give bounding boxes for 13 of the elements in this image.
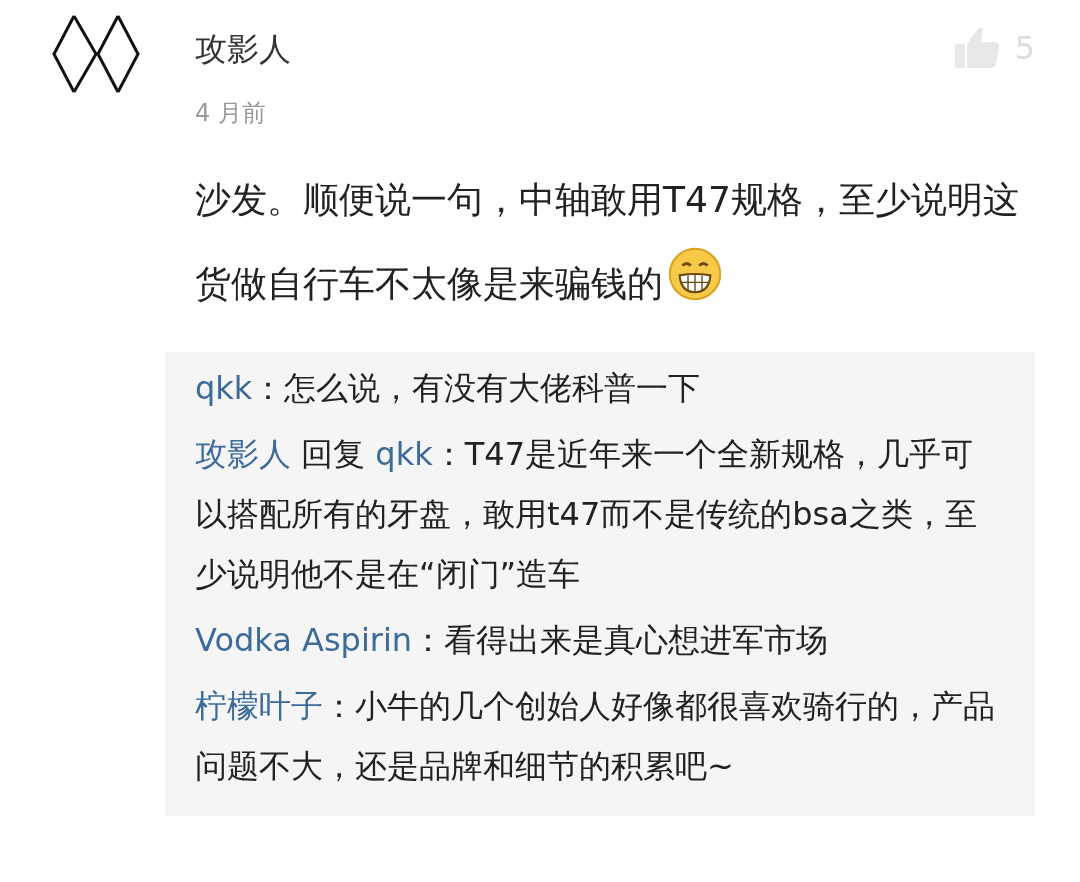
user-link[interactable]: 柠檬叶子: [195, 687, 323, 725]
user-link[interactable]: qkk: [195, 369, 253, 407]
reply-text: 柠檬叶子：小牛的几个创始人好像都很喜欢骑行的，产品问题不大，还是品牌和细节的积累吧~: [195, 686, 995, 787]
user-link[interactable]: qkk: [375, 435, 433, 473]
comment-text: 沙发。顺便说一句，中轴敢用T47规格，至少说明这货做自行车不太像是来骗钱的: [195, 178, 1020, 306]
reply-text: Vodka Aspirin：看得出来是真心想进军市场: [195, 620, 830, 661]
user-link[interactable]: Vodka Aspirin: [195, 621, 413, 659]
reply-text: qkk：怎么说，有没有大佬科普一下: [195, 368, 702, 409]
author-name[interactable]: 攻影人: [195, 26, 291, 72]
post-time: 4 月前: [195, 98, 267, 129]
user-link[interactable]: 攻影人: [195, 435, 291, 473]
grin-emoji-icon: [667, 246, 723, 302]
reply-text: 攻影人 回复 qkk：T47是近年来一个全新规格，几乎可以搭配所有的牙盘，敢用t47而不是传统的bsa之类，至少说明他不是在“闭门”造车: [195, 434, 978, 595]
